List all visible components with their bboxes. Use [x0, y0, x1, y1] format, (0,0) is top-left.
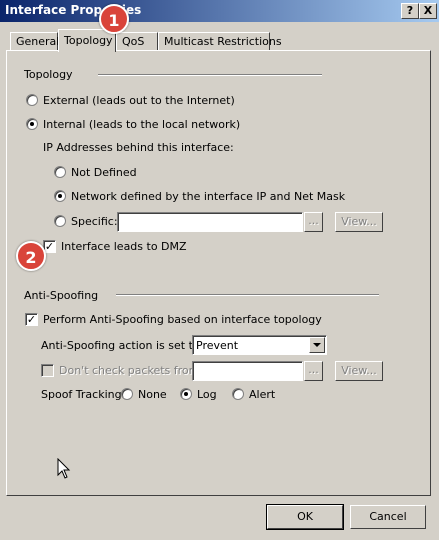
perform-anti-spoofing-label: Perform Anti-Spoofing based on interface…	[43, 313, 322, 326]
tracking-alert-radio[interactable]	[232, 388, 244, 400]
specific-label: Specific:	[71, 215, 118, 228]
tracking-none-label: None	[138, 388, 167, 401]
tab-general[interactable]: General	[10, 32, 60, 50]
internal-radio[interactable]	[26, 118, 38, 130]
dont-check-label: Don't check packets from:	[59, 364, 204, 377]
tracking-alert-label: Alert	[249, 388, 276, 401]
ip-behind-label: IP Addresses behind this interface:	[43, 141, 234, 154]
external-label: External (leads out to the Internet)	[43, 94, 235, 107]
network-defined-label: Network defined by the interface IP and …	[71, 190, 346, 203]
action-select-value: Prevent	[196, 339, 239, 352]
tracking-log-radio[interactable]	[180, 388, 192, 400]
perform-anti-spoofing-checkbox[interactable]: ✓	[25, 313, 38, 326]
dont-check-view-button[interactable]: View...	[335, 361, 383, 381]
tab-multicast-restrictions[interactable]: Multicast Restrictions	[158, 32, 282, 50]
title-bar: Interface Properties ? X	[0, 0, 439, 22]
specific-radio[interactable]	[54, 215, 66, 227]
dont-check-field[interactable]	[192, 361, 303, 381]
topology-section-label: Topology	[24, 68, 73, 81]
action-label: Anti-Spoofing action is set to	[41, 339, 200, 352]
network-defined-radio-dot	[58, 194, 62, 198]
annotation-badge-2: 2	[16, 241, 46, 271]
dont-check-checkbox[interactable]	[41, 364, 54, 377]
not-defined-radio[interactable]	[54, 166, 66, 178]
close-button[interactable]: X	[419, 3, 437, 19]
anti-spoofing-separator	[116, 294, 379, 296]
help-button[interactable]: ?	[401, 3, 419, 19]
tab-qos[interactable]: QoS	[116, 32, 158, 50]
action-select[interactable]: Prevent	[192, 335, 327, 355]
mouse-cursor-icon	[57, 458, 71, 479]
tab-topology-label: Topology	[64, 34, 113, 47]
internal-label: Internal (leads to the local network)	[43, 118, 241, 131]
tab-panel	[6, 50, 431, 496]
topology-separator	[98, 74, 322, 76]
tab-qos-label: QoS	[122, 35, 145, 48]
spoof-tracking-label: Spoof Tracking:	[41, 388, 126, 401]
dont-check-browse-button[interactable]: ...	[304, 361, 323, 381]
specific-browse-button[interactable]: ...	[304, 212, 323, 232]
tracking-log-label: Log	[197, 388, 217, 401]
dmz-label: Interface leads to DMZ	[61, 240, 187, 253]
tab-general-label: General	[16, 35, 60, 48]
specific-field[interactable]	[117, 212, 303, 232]
anti-spoofing-section-label: Anti-Spoofing	[24, 289, 99, 302]
chevron-down-icon-glyph	[313, 343, 321, 347]
not-defined-label: Not Defined	[71, 166, 137, 179]
tab-multicast-label: Multicast Restrictions	[164, 35, 282, 48]
chevron-down-icon[interactable]	[309, 337, 325, 353]
external-radio[interactable]	[26, 94, 38, 106]
tracking-log-radio-dot	[184, 392, 188, 396]
annotation-badge-1: 1	[99, 4, 129, 34]
ok-button[interactable]: OK	[266, 504, 344, 530]
internal-radio-dot	[30, 122, 34, 126]
network-defined-radio[interactable]	[54, 190, 66, 202]
specific-view-button[interactable]: View...	[335, 212, 383, 232]
tracking-none-radio[interactable]	[121, 388, 133, 400]
cancel-button[interactable]: Cancel	[350, 505, 426, 529]
